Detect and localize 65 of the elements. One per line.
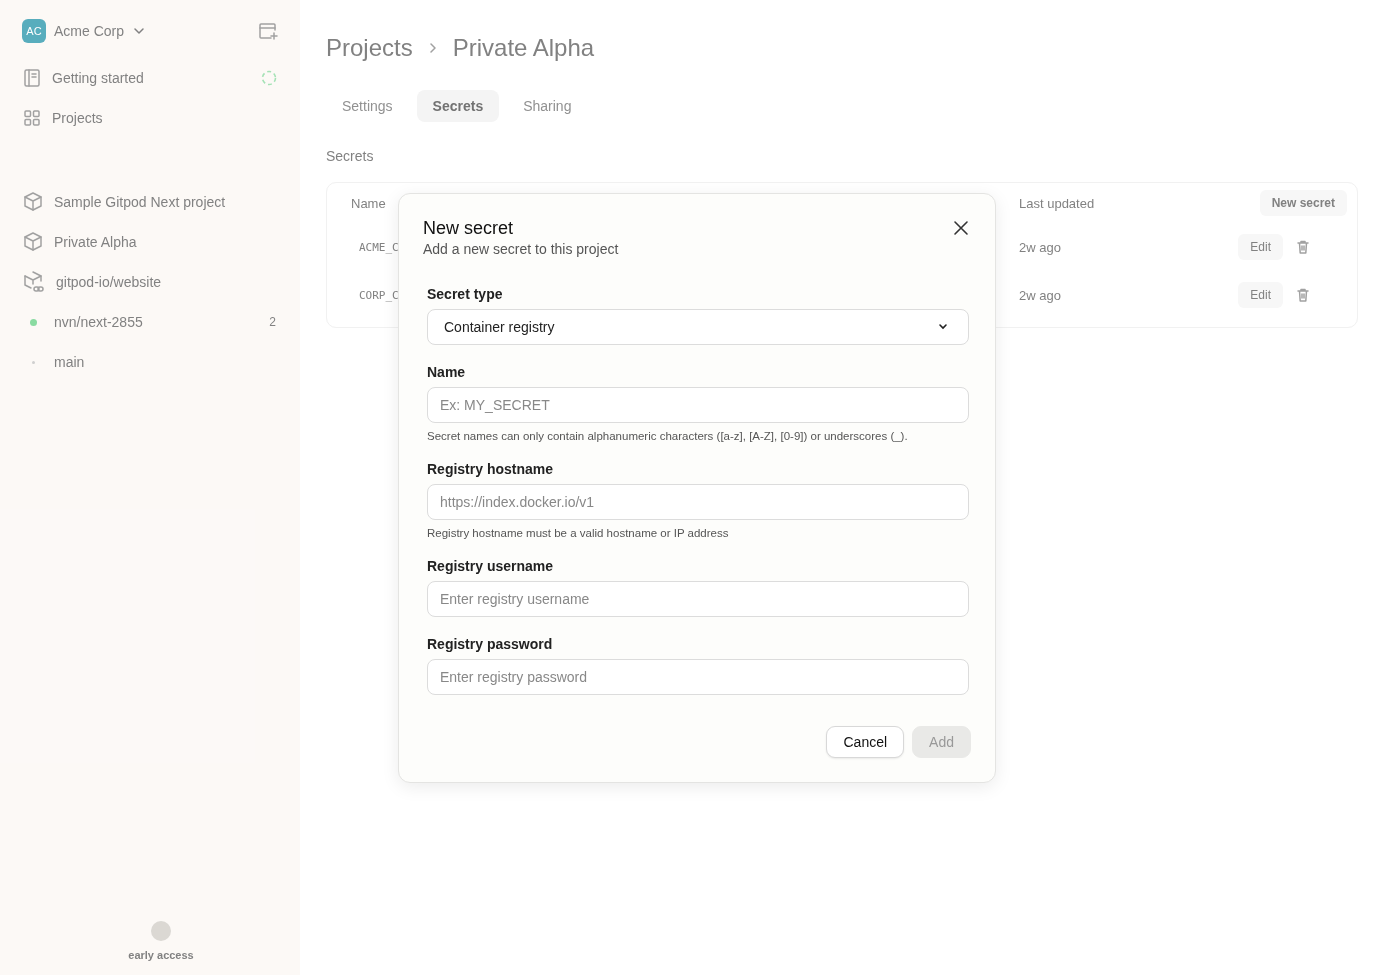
- grid-icon: [22, 108, 42, 128]
- nav-item[interactable]: Projects: [22, 98, 280, 138]
- tab[interactable]: Secrets: [416, 90, 500, 122]
- trash-icon: [1295, 239, 1311, 255]
- early-access-label: early access: [128, 949, 194, 961]
- table-cell-text: 2w ago: [1018, 239, 1062, 255]
- breadcrumb-item[interactable]: Private Alpha: [452, 34, 595, 62]
- logo-icon: [149, 919, 173, 943]
- new-secret-button[interactable]: New secret: [1259, 190, 1347, 216]
- table-cell-text: 2w ago: [1018, 287, 1062, 303]
- chevron-down-icon: [938, 323, 948, 331]
- cube-link-icon: [22, 270, 46, 294]
- project-item[interactable]: nvn/next-2855 2: [22, 302, 280, 342]
- field-hint: Registry hostname must be a valid hostname or IP address: [427, 527, 730, 539]
- field-label: Registry username: [427, 557, 555, 575]
- input-field[interactable]: Enter registry password: [427, 659, 969, 695]
- count-label: 2: [269, 315, 276, 329]
- close-button[interactable]: [953, 220, 969, 236]
- delete-button[interactable]: [1295, 239, 1311, 255]
- trash-icon: [1295, 287, 1311, 303]
- table-cell-text: ACME_C: [358, 240, 399, 254]
- project-label: gitpod-io/website: [56, 274, 163, 290]
- org-avatar: AC: [22, 19, 46, 43]
- book-icon: [22, 68, 42, 88]
- column-header: Last updated: [1018, 195, 1096, 211]
- field-hint: Secret names can only contain alphanumeric characters ([a-z], [A-Z], [0-9]) or underscores (_).: [427, 430, 909, 442]
- column-header: Name: [351, 195, 387, 211]
- nav-item[interactable]: Getting started: [22, 58, 280, 98]
- section-title: Secrets: [326, 148, 375, 164]
- org-name: Acme Corp: [54, 23, 125, 39]
- window-plus-icon: [258, 21, 280, 41]
- project-item[interactable]: Sample Gitpod Next project: [22, 182, 280, 222]
- field-label: Name: [427, 363, 467, 381]
- org-switcher[interactable]: AC Acme Corp: [22, 19, 147, 43]
- dialog-subtitle: Add a new secret to this project: [423, 241, 619, 257]
- dialog-title: New secret: [423, 217, 515, 240]
- field-label: Registry password: [427, 635, 554, 653]
- edit-button[interactable]: Edit: [1238, 234, 1283, 260]
- input-field[interactable]: Enter registry username: [427, 581, 969, 617]
- new-window-button[interactable]: [258, 21, 280, 41]
- delete-button[interactable]: [1295, 287, 1311, 303]
- tab[interactable]: Settings: [326, 90, 409, 122]
- edit-button[interactable]: Edit: [1238, 282, 1283, 308]
- field-label: Registry hostname: [427, 460, 555, 478]
- project-label: nvn/next-2855: [54, 314, 144, 330]
- close-icon: [953, 220, 969, 236]
- cancel-button[interactable]: Cancel: [826, 726, 905, 758]
- project-item[interactable]: main: [22, 342, 280, 382]
- nav-label: Getting started: [52, 70, 145, 86]
- table-cell-text: CORP_C: [358, 288, 399, 302]
- project-label: main: [54, 354, 86, 370]
- project-label: Sample Gitpod Next project: [54, 194, 227, 210]
- input-field[interactable]: https://index.docker.io/v1: [427, 484, 969, 520]
- select-field[interactable]: Container registry: [427, 309, 969, 345]
- cube-icon: [22, 231, 44, 253]
- nav-label: Projects: [52, 110, 104, 126]
- input-field[interactable]: Ex: MY_SECRET: [427, 387, 969, 423]
- spinner-icon: [260, 69, 278, 87]
- project-label: Private Alpha: [54, 234, 138, 250]
- project-item[interactable]: gitpod-io/website: [22, 262, 280, 302]
- field-label: Secret type: [427, 285, 504, 303]
- project-item[interactable]: Private Alpha: [22, 222, 280, 262]
- breadcrumb-item[interactable]: Projects: [326, 34, 413, 62]
- tab[interactable]: Sharing: [507, 90, 588, 122]
- cube-icon: [22, 191, 44, 213]
